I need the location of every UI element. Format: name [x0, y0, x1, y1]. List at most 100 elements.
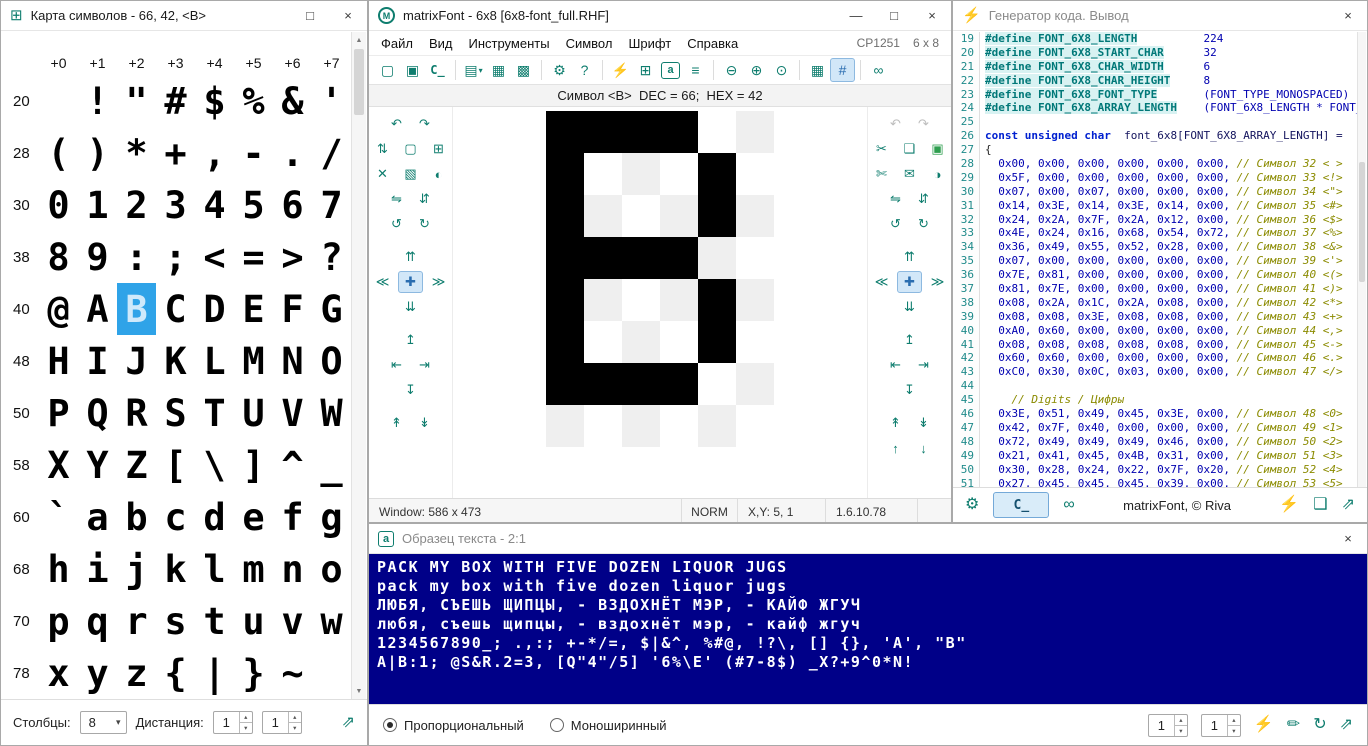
- pixel-cell[interactable]: [736, 321, 774, 363]
- char-cell[interactable]: 3: [156, 179, 195, 231]
- char-cell[interactable]: w: [312, 595, 350, 647]
- code-output-toggle-icon[interactable]: ≡: [683, 58, 708, 82]
- gear-icon[interactable]: ⚙: [965, 497, 979, 513]
- char-cell[interactable]: m: [234, 543, 273, 595]
- close-button[interactable]: ×: [329, 1, 367, 31]
- pixel-cell[interactable]: [698, 279, 736, 321]
- char-cell[interactable]: M: [234, 335, 273, 387]
- pixel-cell[interactable]: [698, 321, 736, 363]
- pixel-cell[interactable]: [698, 195, 736, 237]
- char-cell[interactable]: #: [156, 75, 195, 127]
- char-cell[interactable]: y: [78, 647, 117, 699]
- open-recent-icon[interactable]: ▤▾: [461, 58, 486, 82]
- char-cell[interactable]: P: [39, 387, 78, 439]
- char-cell[interactable]: 8: [39, 231, 78, 283]
- save-font-as-icon[interactable]: ▩: [511, 58, 536, 82]
- char-cell[interactable]: a: [78, 491, 117, 543]
- settings-icon[interactable]: ⚙: [547, 58, 572, 82]
- pixel-cell[interactable]: [622, 195, 660, 237]
- distance-y-stepper[interactable]: 1 ▴▾: [262, 711, 302, 734]
- spin-down-icon[interactable]: ▾: [289, 723, 301, 733]
- char-cell[interactable]: ,: [195, 127, 234, 179]
- pixel-cell[interactable]: [584, 405, 622, 447]
- char-cell[interactable]: V: [273, 387, 312, 439]
- char-cell[interactable]: W: [312, 387, 350, 439]
- spin-up-icon[interactable]: ▴: [289, 712, 301, 723]
- char-cell[interactable]: C: [156, 283, 195, 335]
- char-cell[interactable]: R: [117, 387, 156, 439]
- c-language-button[interactable]: C_: [993, 492, 1049, 518]
- char-cell[interactable]: x: [39, 647, 78, 699]
- maximize-button[interactable]: □: [875, 1, 913, 31]
- char-cell[interactable]: _: [312, 439, 350, 491]
- pixel-cell[interactable]: [736, 153, 774, 195]
- char-cell[interactable]: i: [78, 543, 117, 595]
- char-cell[interactable]: &: [273, 75, 312, 127]
- spin-up-icon[interactable]: ▴: [1175, 715, 1187, 726]
- zoom-in-icon[interactable]: ⊕: [744, 58, 769, 82]
- export-c-file-icon[interactable]: C_: [425, 58, 450, 82]
- edit-sample-icon[interactable]: ✏: [1287, 717, 1300, 733]
- pixel-cell[interactable]: [660, 111, 698, 153]
- pixel-cell[interactable]: [660, 153, 698, 195]
- left-resize-icon[interactable]: ⊞: [426, 138, 451, 160]
- left-wrap-shift-down-icon[interactable]: ↡: [412, 412, 437, 434]
- scroll-thumb[interactable]: [354, 49, 364, 115]
- distance-x-stepper[interactable]: 1 ▴▾: [213, 711, 253, 734]
- pixel-cell[interactable]: [622, 363, 660, 405]
- char-cell[interactable]: v: [273, 595, 312, 647]
- char-cell[interactable]: :: [117, 231, 156, 283]
- char-cell[interactable]: ": [117, 75, 156, 127]
- pixel-cell[interactable]: [622, 111, 660, 153]
- char-cell[interactable]: 9: [78, 231, 117, 283]
- export-map-icon[interactable]: ⇗: [342, 715, 355, 731]
- code-output-area[interactable]: 19#define FONT_6X8_LENGTH 22420#define F…: [953, 32, 1357, 487]
- menu-file[interactable]: Файл: [373, 31, 421, 55]
- pixel-editor-canvas[interactable]: [546, 111, 774, 447]
- stepper-arrows[interactable]: ▴▾: [1227, 715, 1240, 736]
- spacing-x-stepper[interactable]: 1 ▴▾: [1148, 714, 1188, 737]
- menu-symbol[interactable]: Символ: [558, 31, 621, 55]
- close-button[interactable]: ×: [1329, 1, 1367, 31]
- save-font-icon[interactable]: ▦: [486, 58, 511, 82]
- char-cell[interactable]: 0: [39, 179, 78, 231]
- char-cell[interactable]: K: [156, 335, 195, 387]
- char-cell[interactable]: |: [195, 647, 234, 699]
- left-invert-symbol-icon[interactable]: ◐: [426, 163, 451, 185]
- code-scrollbar[interactable]: [1357, 32, 1366, 487]
- pixel-cell[interactable]: [660, 237, 698, 279]
- pixel-cell[interactable]: [546, 111, 584, 153]
- pixel-cell[interactable]: [622, 237, 660, 279]
- char-cell[interactable]: 7: [312, 179, 350, 231]
- char-cell[interactable]: 2: [117, 179, 156, 231]
- pixel-cell[interactable]: [660, 405, 698, 447]
- char-cell[interactable]: !: [78, 75, 117, 127]
- spin-down-icon[interactable]: ▾: [1175, 726, 1187, 736]
- char-cell[interactable]: h: [39, 543, 78, 595]
- columns-select[interactable]: 8 ▾: [80, 711, 127, 734]
- char-cell[interactable]: Q: [78, 387, 117, 439]
- char-cell[interactable]: t: [195, 595, 234, 647]
- pixel-cell[interactable]: [584, 237, 622, 279]
- char-cell[interactable]: =: [234, 231, 273, 283]
- pixel-cell[interactable]: [546, 237, 584, 279]
- left-flip-horizontal-icon[interactable]: ⇋: [384, 188, 409, 210]
- pixel-cell[interactable]: [584, 321, 622, 363]
- char-cell[interactable]: u: [234, 595, 273, 647]
- mode-monospaced-radio[interactable]: Моноширинный: [550, 718, 667, 733]
- right-cut-icon[interactable]: ✂: [869, 138, 894, 160]
- char-cell[interactable]: T: [195, 387, 234, 439]
- pixel-cell[interactable]: [736, 237, 774, 279]
- pixel-cell[interactable]: [660, 279, 698, 321]
- pixel-cell[interactable]: [736, 405, 774, 447]
- new-font-icon[interactable]: ▢: [375, 58, 400, 82]
- right-flip-horizontal-icon[interactable]: ⇋: [883, 188, 908, 210]
- spin-down-icon[interactable]: ▾: [1228, 726, 1240, 736]
- right-paste-icon[interactable]: ▣: [925, 138, 950, 160]
- char-cell[interactable]: ': [312, 75, 350, 127]
- char-cell[interactable]: g: [312, 491, 350, 543]
- left-rotate-right-icon[interactable]: ↻: [412, 213, 437, 235]
- menu-view[interactable]: Вид: [421, 31, 461, 55]
- char-cell[interactable]: U: [234, 387, 273, 439]
- char-cell[interactable]: >: [273, 231, 312, 283]
